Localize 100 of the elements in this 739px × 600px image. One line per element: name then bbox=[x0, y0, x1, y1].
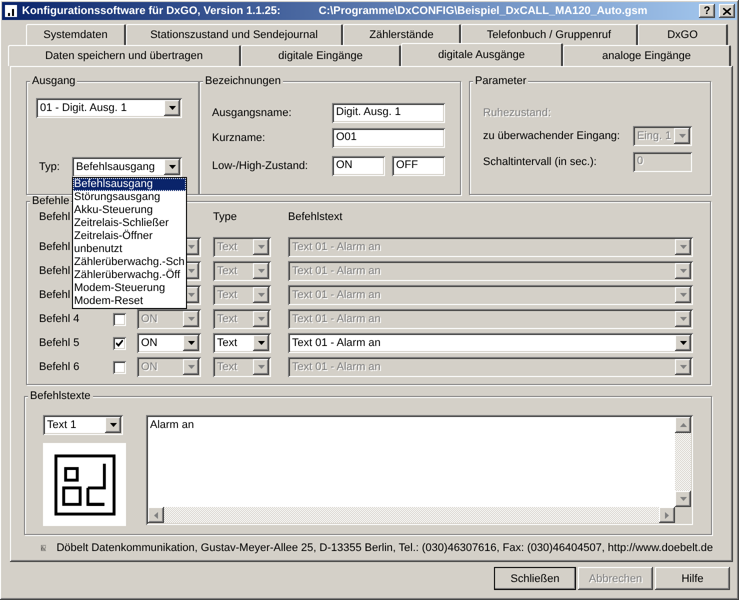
arrow-button[interactable] bbox=[675, 359, 691, 375]
row-label: Befehl bbox=[39, 241, 70, 253]
row-label: Befehl 6 bbox=[39, 361, 80, 373]
row-label: Befehl bbox=[39, 289, 70, 301]
arrow-button[interactable] bbox=[675, 263, 691, 279]
scroll-left-button[interactable] bbox=[148, 507, 164, 523]
list-option[interactable]: Modem-Steuerung bbox=[73, 282, 186, 295]
caret-icon bbox=[680, 293, 686, 297]
arrow-button[interactable] bbox=[253, 263, 269, 279]
tab[interactable]: digitale Ausgänge bbox=[401, 43, 563, 66]
help-button[interactable]: ? bbox=[699, 4, 715, 18]
arrow-button[interactable] bbox=[253, 239, 269, 255]
arrow-button[interactable] bbox=[183, 335, 199, 351]
tab[interactable]: analoge Eingänge bbox=[563, 45, 731, 66]
checkbox[interactable] bbox=[113, 336, 126, 350]
dropdown[interactable]: Text 01 - Alarm an bbox=[288, 333, 693, 353]
caret-icon bbox=[678, 134, 686, 138]
close-button[interactable] bbox=[719, 4, 735, 18]
list-option[interactable]: Zeitrelais-Öffner bbox=[73, 230, 186, 243]
tab[interactable]: Daten speichern und übertragen bbox=[8, 45, 241, 66]
caret-icon bbox=[258, 269, 264, 273]
check-icon bbox=[116, 340, 123, 346]
tab[interactable]: Systemdaten bbox=[26, 24, 126, 45]
caret-icon bbox=[168, 106, 176, 110]
dropdown[interactable]: 01 - Digit. Ausg. 1 bbox=[36, 98, 182, 118]
caret-icon bbox=[680, 317, 686, 321]
arrow-button[interactable] bbox=[253, 287, 269, 303]
caret-icon bbox=[188, 341, 194, 345]
list-option[interactable]: Zeitrelais-Schließer bbox=[73, 217, 186, 230]
field-label: Typ: bbox=[38, 161, 60, 173]
scroll-up-button[interactable] bbox=[675, 417, 691, 433]
dialog-button[interactable]: Schließen bbox=[494, 567, 576, 590]
field-label: Low-/High-Zustand: bbox=[212, 160, 308, 172]
list-option[interactable]: Modem-Reset bbox=[73, 295, 186, 308]
list-option[interactable]: Zählerüberwachg.-Öff bbox=[73, 269, 186, 282]
row-label: Befehl 4 bbox=[39, 313, 80, 325]
list-option[interactable]: Befehlsausgang bbox=[73, 178, 186, 191]
caret-icon bbox=[258, 341, 264, 345]
list-option[interactable]: Zählerüberwachg.-Sch bbox=[73, 256, 186, 269]
list-option[interactable]: Störungsausgang bbox=[73, 191, 186, 204]
list-option[interactable]: Akku-Steuerung bbox=[73, 204, 186, 217]
vertical-scrollbar[interactable] bbox=[675, 417, 691, 507]
arrow-button[interactable] bbox=[253, 359, 269, 375]
dropdown[interactable]: Text 1 bbox=[43, 415, 123, 435]
caret-icon bbox=[680, 245, 686, 249]
input-field[interactable]: OFF bbox=[392, 156, 445, 176]
company-info: Döbelt Datenkommunikation, Gustav-Meyer-Allee 25, D-13355 Berlin, Tel.: (030)46307616, Fax: (030)46404507, http://www.doebelt.de bbox=[56, 542, 713, 554]
arrow-button[interactable] bbox=[675, 311, 691, 327]
arrow-button[interactable] bbox=[675, 239, 691, 255]
dropdown[interactable]: Befehlsausgang bbox=[72, 157, 182, 177]
column-header: Befehl bbox=[39, 211, 70, 223]
field-label: Ruhezustand: bbox=[483, 106, 551, 118]
tab[interactable]: Zählerstände bbox=[343, 24, 461, 45]
caret-icon bbox=[188, 245, 194, 249]
arrow-icon bbox=[154, 512, 158, 518]
horizontal-scrollbar[interactable] bbox=[148, 507, 675, 523]
group-title: Ausgang bbox=[30, 75, 78, 88]
field-label: Kurzname: bbox=[212, 132, 266, 144]
arrow-icon bbox=[665, 512, 669, 518]
caret-icon bbox=[258, 293, 264, 297]
caret-icon bbox=[258, 317, 264, 321]
arrow-button[interactable] bbox=[253, 335, 269, 351]
window-title: Konfigurationssoftware für DxGO, Version 1.1.25: bbox=[22, 5, 281, 17]
dropdown[interactable]: ON bbox=[137, 333, 201, 353]
text-area[interactable]: Alarm an bbox=[146, 415, 693, 525]
caret-icon bbox=[110, 423, 116, 427]
close-icon bbox=[723, 8, 731, 14]
arrow-button[interactable] bbox=[253, 311, 269, 327]
arrow-button[interactable] bbox=[164, 100, 180, 116]
app-icon bbox=[4, 4, 18, 18]
tab[interactable]: Stationszustand und Sendejournal bbox=[126, 24, 343, 45]
caret-icon bbox=[680, 269, 686, 273]
arrow-button[interactable] bbox=[164, 159, 180, 175]
field-label: Ausgangsname: bbox=[212, 107, 292, 119]
arrow-button[interactable] bbox=[675, 287, 691, 303]
scroll-down-button[interactable] bbox=[675, 491, 691, 507]
logo-icon bbox=[54, 454, 116, 516]
dropdown[interactable]: Text bbox=[213, 333, 271, 353]
file-path: C:\Programme\DxCONFIG\Beispiel_DxCALL_MA120_Auto.gsm bbox=[318, 5, 648, 17]
arrow-button[interactable] bbox=[105, 417, 121, 433]
dialog-button[interactable]: Hilfe bbox=[655, 567, 730, 590]
tab[interactable]: DxGO bbox=[638, 24, 728, 45]
input-field[interactable]: O01 bbox=[332, 128, 445, 148]
caret-icon bbox=[188, 293, 194, 297]
list-option[interactable]: unbenutzt bbox=[73, 243, 186, 256]
caret-icon bbox=[188, 269, 194, 273]
arrow-button[interactable] bbox=[675, 335, 691, 351]
input-field[interactable]: ON bbox=[332, 156, 385, 176]
caret-icon bbox=[680, 341, 686, 345]
arrow-icon bbox=[680, 423, 686, 427]
scrollbar-corner bbox=[675, 507, 691, 523]
group-title: Bezeichnungen bbox=[203, 75, 283, 88]
arrow-icon bbox=[680, 497, 686, 501]
scroll-right-button[interactable] bbox=[659, 507, 675, 523]
tab[interactable]: Telefonbuch / Gruppenruf bbox=[461, 24, 638, 45]
column-header: Befehlstext bbox=[288, 211, 342, 223]
tab[interactable]: digitale Eingänge bbox=[241, 45, 401, 66]
input-field[interactable]: Digit. Ausg. 1 bbox=[332, 103, 445, 123]
caret-icon bbox=[188, 317, 194, 321]
field-label: zu überwachender Eingang: bbox=[483, 130, 620, 142]
